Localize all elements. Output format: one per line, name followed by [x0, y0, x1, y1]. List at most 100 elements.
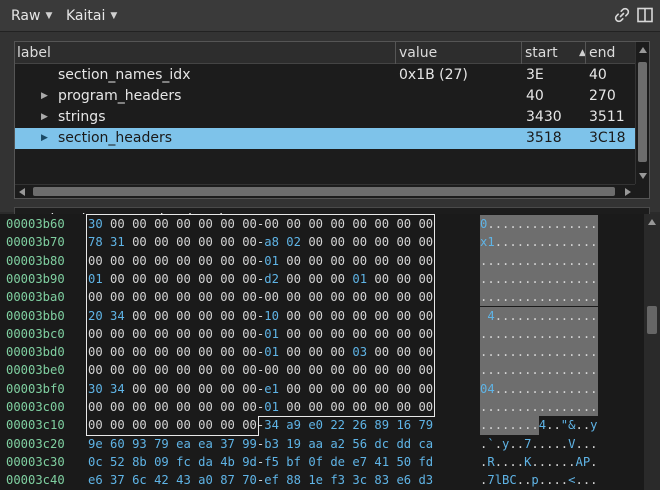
- hex-byte[interactable]: 00: [418, 382, 433, 396]
- hex-byte[interactable]: 00: [220, 235, 235, 249]
- hex-byte[interactable]: 10: [264, 309, 279, 323]
- kaitai-dropdown[interactable]: Kaitai ▼: [66, 6, 117, 26]
- hex-byte[interactable]: 00: [242, 418, 257, 432]
- hex-byte[interactable]: 00: [286, 217, 301, 231]
- scroll-thumb[interactable]: [33, 187, 615, 196]
- hex-byte[interactable]: 00: [154, 345, 169, 359]
- hex-byte[interactable]: 99: [242, 437, 257, 451]
- hex-byte[interactable]: 00: [330, 254, 345, 268]
- hex-ascii[interactable]: ................: [480, 288, 598, 306]
- hex-byte[interactable]: 00: [176, 217, 191, 231]
- hex-byte[interactable]: 00: [396, 272, 411, 286]
- hex-ascii[interactable]: ................: [480, 398, 598, 416]
- hex-bytes[interactable]: 30 34 00 00 00 00 00 00-e1 00 00 00 00 0…: [88, 380, 433, 398]
- hex-byte[interactable]: 00: [330, 345, 345, 359]
- scroll-left-icon[interactable]: [19, 188, 25, 196]
- hex-byte[interactable]: 00: [352, 327, 367, 341]
- hex-byte[interactable]: 87: [220, 473, 235, 487]
- hex-byte[interactable]: 00: [132, 309, 147, 323]
- hex-byte[interactable]: 00: [374, 272, 389, 286]
- hex-byte[interactable]: 00: [286, 400, 301, 414]
- hex-byte[interactable]: 50: [396, 455, 411, 469]
- hex-byte[interactable]: 00: [154, 272, 169, 286]
- hex-byte[interactable]: 01: [88, 272, 103, 286]
- hex-byte[interactable]: 00: [264, 290, 279, 304]
- hex-byte[interactable]: 00: [176, 272, 191, 286]
- hex-byte[interactable]: 00: [418, 327, 433, 341]
- hex-byte[interactable]: 00: [374, 290, 389, 304]
- hex-byte[interactable]: 89: [374, 418, 389, 432]
- hex-byte[interactable]: a9: [286, 418, 301, 432]
- hex-ascii[interactable]: 4..............: [480, 307, 597, 325]
- hex-byte[interactable]: 00: [220, 217, 235, 231]
- hex-byte[interactable]: fd: [418, 455, 433, 469]
- hex-bytes[interactable]: 30 00 00 00 00 00 00 00-00 00 00 00 00 0…: [88, 215, 433, 233]
- hex-byte[interactable]: 00: [198, 418, 213, 432]
- hex-byte[interactable]: 00: [330, 272, 345, 286]
- hex-byte[interactable]: 00: [176, 400, 191, 414]
- hex-bytes[interactable]: 00 00 00 00 00 00 00 00-01 00 00 00 03 0…: [88, 343, 433, 361]
- hex-byte[interactable]: ef: [264, 473, 279, 487]
- hex-byte[interactable]: 52: [110, 455, 125, 469]
- hex-byte[interactable]: 0c: [88, 455, 103, 469]
- hex-byte[interactable]: 00: [110, 400, 125, 414]
- hex-byte[interactable]: 00: [374, 217, 389, 231]
- hex-byte[interactable]: d3: [418, 473, 433, 487]
- hex-bytes[interactable]: 00 00 00 00 00 00 00 00-01 00 00 00 00 0…: [88, 252, 433, 270]
- hex-byte[interactable]: 20: [88, 309, 103, 323]
- hex-byte[interactable]: 00: [176, 327, 191, 341]
- hex-byte[interactable]: 00: [220, 327, 235, 341]
- hex-byte[interactable]: 01: [352, 272, 367, 286]
- hex-byte[interactable]: 00: [308, 345, 323, 359]
- hex-byte[interactable]: 00: [374, 382, 389, 396]
- hex-byte[interactable]: 00: [396, 217, 411, 231]
- hex-ascii[interactable]: ................: [480, 270, 598, 288]
- hex-bytes[interactable]: 00 00 00 00 00 00 00 00-00 00 00 00 00 0…: [88, 361, 433, 379]
- hex-byte[interactable]: 31: [110, 235, 125, 249]
- hex-byte[interactable]: d2: [264, 272, 279, 286]
- hex-byte[interactable]: 00: [242, 400, 257, 414]
- hex-byte[interactable]: bf: [286, 455, 301, 469]
- hex-byte[interactable]: 00: [330, 400, 345, 414]
- hex-byte[interactable]: 00: [154, 290, 169, 304]
- hex-byte[interactable]: fc: [176, 455, 191, 469]
- hex-byte[interactable]: 00: [242, 217, 257, 231]
- column-header-end[interactable]: end: [585, 42, 635, 64]
- hex-byte[interactable]: 00: [198, 254, 213, 268]
- hex-byte[interactable]: 00: [220, 254, 235, 268]
- hex-byte[interactable]: 01: [264, 345, 279, 359]
- hex-byte[interactable]: 00: [418, 309, 433, 323]
- hex-byte[interactable]: 00: [396, 345, 411, 359]
- hex-byte[interactable]: 00: [242, 254, 257, 268]
- splitter-grip-icon[interactable]: [323, 209, 339, 221]
- hex-byte[interactable]: 00: [418, 272, 433, 286]
- hex-byte[interactable]: 9e: [88, 437, 103, 451]
- tree-row[interactable]: ▶ section_headers 3518 3C18: [15, 128, 635, 149]
- hex-byte[interactable]: 00: [220, 290, 235, 304]
- hex-byte[interactable]: 00: [154, 254, 169, 268]
- hex-byte[interactable]: 34: [110, 382, 125, 396]
- hex-byte[interactable]: 00: [176, 345, 191, 359]
- hex-byte[interactable]: 03: [352, 345, 367, 359]
- hex-byte[interactable]: 00: [264, 363, 279, 377]
- hex-byte[interactable]: dd: [396, 437, 411, 451]
- hex-byte[interactable]: 83: [374, 473, 389, 487]
- hex-byte[interactable]: 00: [220, 400, 235, 414]
- hex-byte[interactable]: 00: [374, 327, 389, 341]
- hex-byte[interactable]: 30: [88, 217, 103, 231]
- hex-byte[interactable]: 00: [308, 363, 323, 377]
- hex-byte[interactable]: 00: [286, 363, 301, 377]
- hex-byte[interactable]: 00: [396, 382, 411, 396]
- scroll-right-icon[interactable]: [625, 188, 631, 196]
- hex-byte[interactable]: 34: [110, 309, 125, 323]
- hex-byte[interactable]: 00: [176, 382, 191, 396]
- hex-byte[interactable]: 00: [198, 363, 213, 377]
- hex-byte[interactable]: 00: [352, 254, 367, 268]
- hex-byte[interactable]: 00: [220, 363, 235, 377]
- split-view-icon[interactable]: [636, 6, 654, 24]
- hex-byte[interactable]: f3: [330, 473, 345, 487]
- hex-byte[interactable]: 00: [308, 309, 323, 323]
- hex-byte[interactable]: 09: [154, 455, 169, 469]
- hex-byte[interactable]: 00: [198, 235, 213, 249]
- hex-byte[interactable]: 02: [286, 235, 301, 249]
